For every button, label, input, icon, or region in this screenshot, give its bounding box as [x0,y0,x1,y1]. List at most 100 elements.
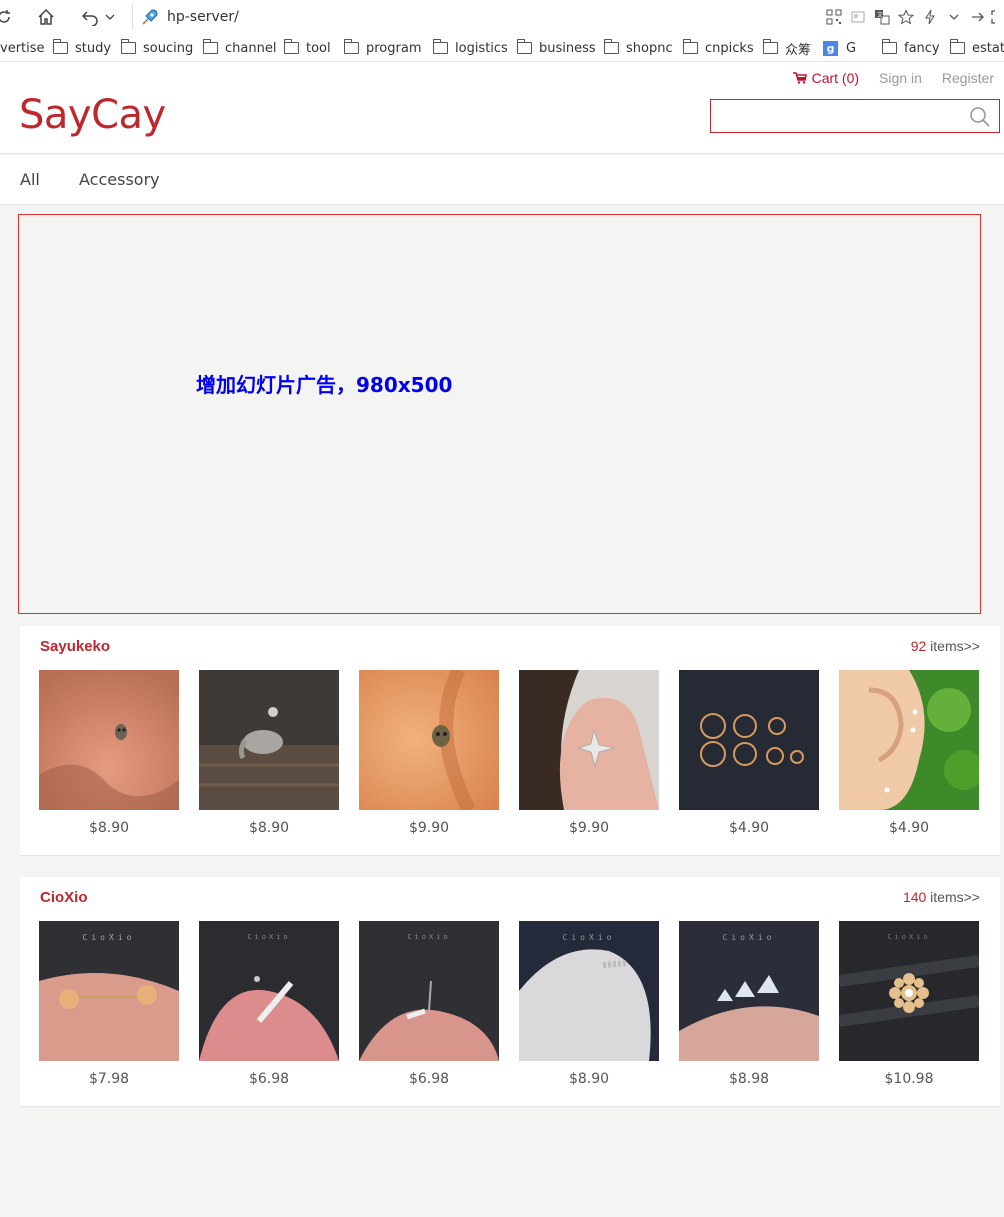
product-price: $6.98 [248,1071,290,1087]
search-input[interactable] [711,100,961,132]
bookmark-folder[interactable]: soucing [121,39,193,57]
home-icon[interactable] [34,5,58,29]
product-image-flower-stud[interactable]: CioXio [839,921,979,1061]
product-card[interactable]: $4.90 [839,670,979,850]
browser-extension-icons: 文 [822,5,1004,29]
folder-icon [683,39,698,54]
bookmark-folder[interactable]: logistics [433,39,508,57]
rocket-icon [139,6,161,28]
nav-item-all[interactable]: All [20,170,40,189]
product-image-ear-star-studs[interactable] [839,670,979,810]
bookmark-folder[interactable]: business [517,39,596,57]
folder-icon [121,39,136,54]
bookmark-folder[interactable]: shopnc [604,39,673,57]
folder-icon [344,39,359,54]
chevron-down-icon[interactable] [942,5,966,29]
bookmark-folder[interactable]: tool [284,39,331,57]
reload-icon[interactable] [0,5,16,29]
product-image-skull-ear-stud[interactable] [359,670,499,810]
shop-section-sayukeko: Sayukeko 92 items>> $8.90 $8.90 $9.90 $9… [20,626,1000,856]
watermark-text: CioXio [247,933,291,941]
qr-code-icon[interactable] [822,5,846,29]
product-price: $7.98 [88,1071,130,1087]
search-icon[interactable] [969,106,991,128]
bookmark-folder[interactable]: estate [950,39,1004,57]
shop-name[interactable]: Sayukeko [40,638,110,655]
site-logo[interactable]: SayCay [19,92,166,138]
product-price: $4.90 [728,820,770,836]
browser-toolbar: hp-server/ 文 [0,0,1004,34]
star-icon[interactable] [894,5,918,29]
nav-item-accessory[interactable]: Accessory [79,170,160,189]
product-price: $8.90 [88,820,130,836]
bookmark-folder[interactable]: study [53,39,111,57]
product-price: $8.90 [568,1071,610,1087]
items-more-label: items>> [926,638,980,654]
product-image-gold-hoops[interactable] [679,670,819,810]
cart-link[interactable]: Cart (0) [792,70,860,86]
product-image-skull-nose-stud[interactable] [39,670,179,810]
product-image-bar-stud[interactable]: CioXio [199,921,339,1061]
search-box [710,99,1000,133]
forward-arrow-icon[interactable] [966,5,990,29]
fullscreen-icon[interactable] [990,5,1004,29]
product-card[interactable]: CioXio $6.98 [199,921,339,1101]
shop-name[interactable]: CioXio [40,889,88,906]
product-card[interactable]: $9.90 [519,670,659,850]
bookmark-folder[interactable]: cnpicks [683,39,754,57]
shop-more-link[interactable]: 140 items>> [903,889,980,905]
product-image-star-stud-finger[interactable] [519,670,659,810]
product-card[interactable]: CioXio $10.98 [839,921,979,1101]
product-image-small-bar-stud[interactable]: CioXio [359,921,499,1061]
product-price: $8.98 [728,1071,770,1087]
category-nav: All Accessory [0,155,1004,205]
product-image-ear-cuff[interactable]: CioXio [519,921,659,1061]
bookmark-folder[interactable]: channel [203,39,276,57]
product-card[interactable]: CioXio $7.98 [39,921,179,1101]
product-card[interactable]: $8.90 [199,670,339,850]
banner-text: 增加幻灯片广告，980x500 [196,373,453,397]
product-image-gem-barbell[interactable]: CioXio [39,921,179,1061]
cart-icon [792,72,807,84]
product-card[interactable]: CioXio $6.98 [359,921,499,1101]
folder-icon [203,39,218,54]
reader-icon[interactable] [846,5,870,29]
lightning-icon[interactable] [918,5,942,29]
product-price: $4.90 [888,820,930,836]
folder-icon [284,39,299,54]
site-header: Cart (0) Sign in Register SayCay [0,62,1004,154]
product-image-triangle-gems[interactable]: CioXio [679,921,819,1061]
product-price: $8.90 [248,820,290,836]
bookmark-google[interactable]: gG [823,39,856,57]
banner-slideshow[interactable]: 增加幻灯片广告，980x500 [18,214,981,614]
translate-icon[interactable]: 文 [870,5,894,29]
product-card[interactable]: CioXio $8.98 [679,921,819,1101]
address-bar[interactable]: hp-server/ [132,4,792,30]
url-text: hp-server/ [167,9,239,25]
product-price: $9.90 [408,820,450,836]
sign-in-link[interactable]: Sign in [879,70,922,86]
bookmark-item[interactable]: vertise [0,39,45,57]
watermark-text: CioXio [887,933,931,941]
product-list: $8.90 $8.90 $9.90 $9.90 $4.90 $4.90 [39,670,979,850]
chevron-down-icon[interactable] [98,5,122,29]
product-card[interactable]: $8.90 [39,670,179,850]
product-card[interactable]: $9.90 [359,670,499,850]
register-link[interactable]: Register [942,70,994,86]
bookmark-folder[interactable]: program [344,39,422,57]
watermark-text: CioXio [562,933,616,942]
bookmark-folder[interactable]: fancy [882,39,940,57]
product-card[interactable]: $4.90 [679,670,819,850]
bookmark-folder[interactable]: 众筹 [763,39,811,58]
folder-icon [604,39,619,54]
cart-label: Cart (0) [811,70,860,86]
shop-more-link[interactable]: 92 items>> [911,638,980,654]
product-card[interactable]: CioXio $8.90 [519,921,659,1101]
google-icon: g [823,40,838,56]
shop-section-cioxio: CioXio 140 items>> CioXio $7.98 CioXio $… [20,877,1000,1107]
items-more-label: items>> [926,889,980,905]
item-count: 92 [910,638,927,654]
product-image-elephant-stud[interactable] [199,670,339,810]
svg-text:文: 文 [877,11,883,19]
folder-icon [950,39,965,54]
